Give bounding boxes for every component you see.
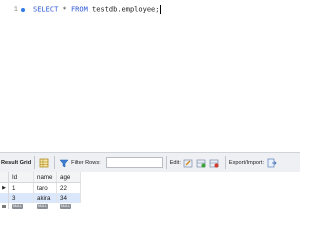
new-row-placeholder[interactable]: NULL NULL NULL <box>0 203 81 209</box>
line-number: 1 <box>13 5 18 14</box>
sql-editor[interactable]: 1 SELECT * FROM testdb.employee; <box>0 0 300 148</box>
filter-rows-label: Filter Rows: <box>71 159 101 166</box>
null-badge[interactable]: NULL <box>37 203 48 209</box>
toolbar-divider <box>165 156 167 169</box>
cell-name[interactable]: akira <box>34 193 57 203</box>
column-header-age[interactable]: age <box>57 172 81 182</box>
cell-age[interactable]: 34 <box>57 193 81 203</box>
cell-id[interactable]: 3 <box>9 193 34 203</box>
row-header-gutter <box>0 172 9 182</box>
delete-row-icon[interactable] <box>209 157 220 168</box>
editor-line-1[interactable]: 1 SELECT * FROM testdb.employee; <box>0 4 162 15</box>
column-header-name[interactable]: name <box>34 172 57 182</box>
export-import-label: Export/Import: <box>228 159 265 166</box>
export-icon[interactable] <box>266 157 277 168</box>
cell-name[interactable]: taro <box>34 183 57 193</box>
cell-id[interactable]: 1 <box>9 183 34 193</box>
text-cursor <box>160 5 162 14</box>
table-row[interactable]: 3 akira 34 <box>0 193 81 203</box>
keyword-select: SELECT <box>33 5 59 14</box>
toolbar-divider <box>224 156 226 169</box>
filter-rows-input[interactable] <box>105 157 163 168</box>
wildcard: * <box>62 5 67 14</box>
statement-marker-icon <box>21 7 25 12</box>
result-toolbar: Result Grid Filter Rows: Edit: Export/Im… <box>0 152 300 173</box>
keyword-from: FROM <box>70 5 88 14</box>
cell-age[interactable]: 22 <box>57 183 81 193</box>
sql-statement[interactable]: SELECT * FROM testdb.employee; <box>33 5 162 14</box>
edit-label: Edit: <box>169 159 181 166</box>
edit-cell-icon[interactable] <box>183 157 194 168</box>
add-row-icon[interactable] <box>196 157 207 168</box>
current-row-icon: ▶ <box>0 183 9 193</box>
row-gutter <box>0 193 9 203</box>
grid-view-icon[interactable] <box>38 157 49 168</box>
filter-icon[interactable] <box>58 157 69 168</box>
result-grid[interactable]: Id name age ▶ 1 taro 22 3 akira 34 NULL … <box>0 172 300 236</box>
column-header-id[interactable]: Id <box>9 172 34 182</box>
table-name: testdb.employee; <box>92 5 160 14</box>
toolbar-divider <box>34 156 36 169</box>
grid-header: Id name age <box>0 172 81 183</box>
table-row[interactable]: ▶ 1 taro 22 <box>0 183 81 193</box>
toolbar-divider <box>54 156 56 169</box>
result-grid-title: Result Grid <box>1 159 32 166</box>
new-row-marker-icon <box>2 205 6 208</box>
null-badge[interactable]: NULL <box>12 203 23 209</box>
null-badge[interactable]: NULL <box>60 203 71 209</box>
